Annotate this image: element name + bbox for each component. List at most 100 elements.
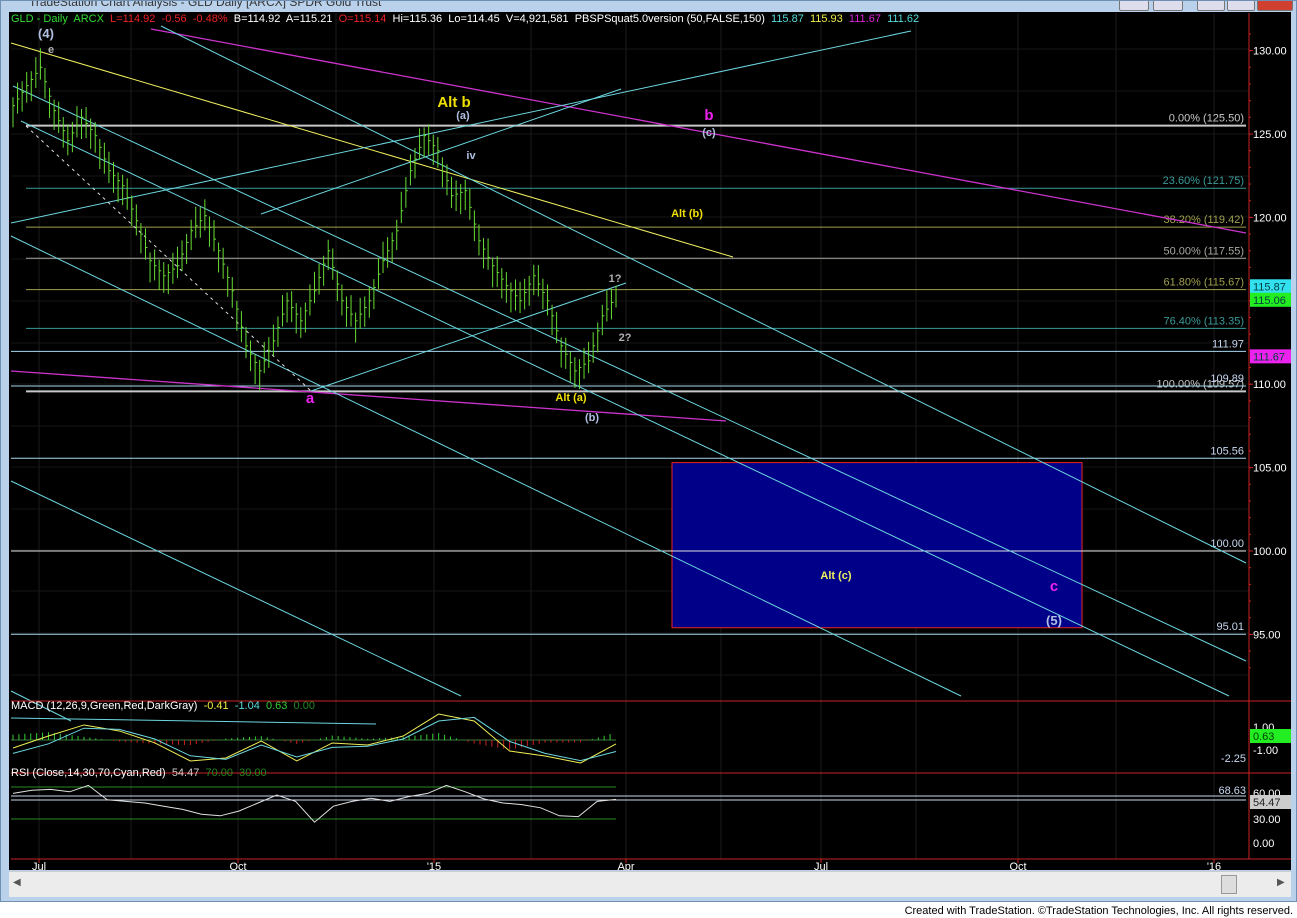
rsi-header: RSI (Close,14,30,70,Cyan,Red) 54.47 70.0… (11, 767, 267, 779)
macd-trendline (10, 717, 377, 725)
price-line-label: 111.97 (1212, 338, 1244, 350)
rsi-oversold: 30.00 (239, 767, 267, 779)
price-tick-label: 120.00 (1253, 212, 1287, 224)
indicator-value: 115.87 (771, 13, 804, 25)
date-tick-label: Oct (229, 861, 246, 870)
rsi-title: RSI (Close,14,30,70,Cyan,Red) (11, 767, 166, 779)
macd-axis-label: -1.00 (1253, 745, 1278, 757)
symbol-header: GLD - Daily ARCX L=114.92 -0.56 -0.48% B… (11, 13, 919, 25)
signal-line (12, 716, 617, 762)
maximize-button[interactable] (1227, 1, 1255, 11)
close-button[interactable] (1257, 1, 1293, 11)
wave-label: (b) (585, 412, 599, 424)
title-bar: TradeStation Chart Analysis - GLD Daily … (1, 1, 1296, 11)
wave-label: 1? (609, 273, 622, 285)
indicator-value: 111.67 (848, 13, 881, 25)
last-value-marker-label: 115.06 (1253, 295, 1286, 307)
signal-value: -1.04 (234, 700, 260, 712)
scroll-left-icon[interactable]: ◀ (13, 877, 21, 888)
rsi-axis-label: 0.00 (1253, 838, 1274, 850)
price-tick-label: 110.00 (1253, 379, 1286, 391)
info-button[interactable] (1153, 1, 1183, 11)
volume: V=4,921,581 (505, 13, 569, 25)
ask: A=115.21 (285, 13, 333, 25)
wave-label: (5) (1046, 613, 1062, 628)
wave-label: Alt (a) (555, 392, 587, 404)
last-value-marker-label: 115.87 (1253, 281, 1286, 293)
macd-marker-label: 0.63 (1253, 731, 1274, 743)
fib-level-label: 0.00% (125.50) (1169, 113, 1244, 125)
macd-header: MACD (12,26,9,Green,Red,DarkGray) -0.41 … (11, 700, 315, 712)
date-tick-label: Apr (617, 861, 634, 870)
price-line-label: 95.01 (1216, 621, 1244, 633)
macd-value: -0.41 (203, 700, 229, 712)
box-label: Alt (c) (820, 570, 852, 582)
rsi-marker-label: 54.47 (1253, 797, 1281, 809)
wave-label: e (48, 44, 54, 56)
fib-level-label: 76.40% (113.35) (1163, 315, 1244, 327)
footer-credit: Created with TradeStation. ©TradeStation… (904, 905, 1293, 917)
macd-title: MACD (12,26,9,Green,Red,DarkGray) (11, 700, 198, 712)
wave-label: 2? (619, 332, 632, 344)
fib-level-label: 61.80% (115.67) (1163, 277, 1244, 289)
last-value-marker-label: 111.67 (1253, 351, 1285, 363)
chart-area[interactable]: Alt (c) 0.00% (125.50) 23.60% (121.75) 38.2… (9, 12, 1291, 870)
cyan-trendline (12, 85, 1247, 662)
bid: B=114.92 (233, 13, 281, 25)
price-chart[interactable]: Alt (c)0.00% (125.50)23.60% (121.75)38.2… (9, 12, 1291, 870)
yellow-trendline (10, 42, 734, 258)
last-price: L=114.92 (110, 13, 156, 25)
symbol: GLD - Daily (11, 13, 68, 25)
price-tick-label: 100.00 (1253, 546, 1287, 558)
exchange: ARCX (73, 13, 104, 25)
cyan-trendline (10, 480, 462, 697)
horizontal-scrollbar[interactable]: ◀ ▶ (9, 871, 1291, 897)
minimize-button[interactable] (1197, 1, 1225, 11)
date-tick-label: Oct (1009, 861, 1026, 870)
macd-line (12, 713, 617, 764)
price-tick-label: 95.00 (1253, 629, 1281, 641)
low: Lo=114.45 (448, 13, 500, 25)
zero-value: 0.00 (293, 700, 315, 712)
rsi-axis-label: 30.00 (1253, 814, 1281, 826)
magenta-trendline (150, 28, 1247, 234)
indicator-value: 115.93 (809, 13, 843, 25)
wave-label: c (1050, 578, 1058, 595)
cyan-trendline (310, 282, 627, 392)
indicator-name: PBSPSquat5.0version (50,FALSE,150) (574, 13, 765, 25)
net-change: -0.56 (161, 13, 187, 25)
rsi-overbought: 70.00 (205, 767, 233, 779)
wave-label: (a) (456, 110, 470, 122)
price-tick-label: 105.00 (1253, 463, 1287, 475)
price-tick-label: 125.00 (1253, 129, 1287, 141)
open: O=115.14 (338, 13, 387, 25)
magenta-trendline (10, 370, 727, 422)
rsi-line (12, 784, 617, 823)
window-title: TradeStation Chart Analysis - GLD Daily … (29, 1, 382, 9)
link-button[interactable] (1119, 1, 1149, 11)
date-tick-label: Jul (32, 861, 46, 870)
date-tick-label: Jul (814, 861, 828, 870)
wave-label: iv (466, 150, 476, 162)
target-box (671, 462, 1083, 629)
pct-change: -0.48% (192, 13, 228, 25)
price-tick-label: 130.00 (1253, 46, 1287, 58)
wave-label: Alt (b) (671, 208, 703, 220)
wave-label: (c) (702, 127, 716, 139)
macd-level-label: -2.25 (1221, 753, 1246, 765)
date-tick-label: '15 (427, 861, 441, 870)
date-tick-label: '16 (1207, 861, 1221, 870)
high: Hi=115.36 (392, 13, 443, 25)
rsi-level-label: 68.63 (1218, 785, 1246, 797)
rsi-value: 54.47 (171, 767, 200, 779)
price-line-label: 109.89 (1210, 373, 1244, 385)
hist-value: 0.63 (265, 700, 288, 712)
scroll-thumb[interactable] (1221, 875, 1237, 894)
scroll-right-icon[interactable]: ▶ (1277, 877, 1285, 888)
wave-label: Alt b (437, 94, 470, 111)
wave-label: b (704, 107, 713, 124)
cyan-trendline (20, 120, 1230, 697)
chart-window: TradeStation Chart Analysis - GLD Daily … (0, 0, 1297, 902)
price-line-label: 105.56 (1210, 445, 1244, 457)
wave-label: a (306, 390, 315, 407)
